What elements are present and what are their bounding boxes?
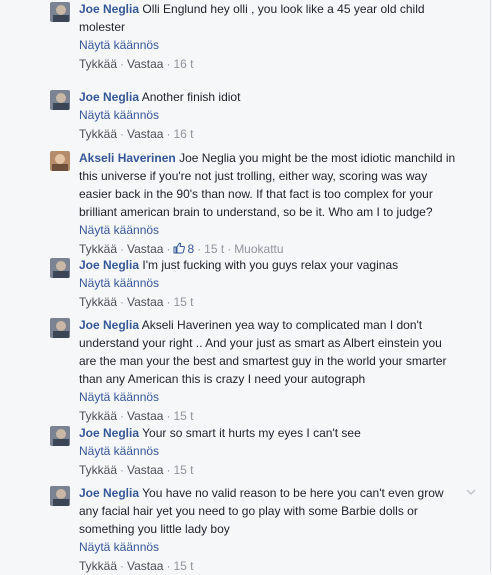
comment-actions: Tykkää · Vastaa · 15 t <box>79 463 194 477</box>
see-translation-link[interactable]: Näytä käännös <box>79 274 461 292</box>
avatar[interactable] <box>50 258 70 278</box>
comment-author[interactable]: Joe Neglia <box>79 2 139 16</box>
avatar-image <box>50 258 70 278</box>
avatar[interactable] <box>50 90 70 110</box>
comment-author[interactable]: Joe Neglia <box>79 318 139 332</box>
avatar-image <box>50 426 70 446</box>
reply-link[interactable]: Vastaa <box>127 127 163 141</box>
avatar[interactable] <box>50 486 70 506</box>
reply-link[interactable]: Vastaa <box>127 57 163 71</box>
comment-actions: Tykkää · Vastaa · 16 t <box>79 57 194 71</box>
see-translation-link[interactable]: Näytä käännös <box>79 106 461 124</box>
comment-actions: Tykkää · Vastaa · 16 t <box>79 127 194 141</box>
comment-actions: Tykkää · Vastaa · 15 t <box>79 559 194 573</box>
like-link[interactable]: Tykkää <box>79 242 117 256</box>
comment-author[interactable]: Joe Neglia <box>79 426 139 440</box>
comment-body: Joe Neglia You have no valid reason to b… <box>79 484 461 538</box>
comment-timestamp[interactable]: 15 t <box>173 409 193 423</box>
comment-author[interactable]: Akseli Haverinen <box>79 151 176 165</box>
comment-body: Joe Neglia Another finish idiot <box>79 88 461 106</box>
like-link[interactable]: Tykkää <box>79 295 117 309</box>
see-translation-link[interactable]: Näytä käännös <box>79 221 461 239</box>
see-translation-link[interactable]: Näytä käännös <box>79 388 461 406</box>
comment-body: Joe Neglia I'm just fucking with you guy… <box>79 256 461 274</box>
like-link[interactable]: Tykkää <box>79 559 117 573</box>
reply-link[interactable]: Vastaa <box>127 242 163 256</box>
thumbs-up-icon <box>173 242 186 254</box>
avatar-image <box>50 486 70 506</box>
comment-body: Joe Neglia Your so smart it hurts my eye… <box>79 424 461 442</box>
reply-link[interactable]: Vastaa <box>127 559 163 573</box>
comment-actions: Tykkää · Vastaa · 15 t <box>79 295 194 309</box>
comment-text: Another finish idiot <box>141 90 241 104</box>
avatar-image <box>50 2 70 22</box>
comment-text: Your so smart it hurts my eyes I can't s… <box>142 426 361 440</box>
comment-timestamp[interactable]: 15 t <box>173 295 193 309</box>
comment-author[interactable]: Joe Neglia <box>79 258 139 272</box>
reply-link[interactable]: Vastaa <box>127 463 163 477</box>
reply-link[interactable]: Vastaa <box>127 409 163 423</box>
avatar[interactable] <box>50 151 70 171</box>
edited-label[interactable]: Muokattu <box>234 242 283 256</box>
comment-author[interactable]: Joe Neglia <box>79 90 139 104</box>
avatar[interactable] <box>50 318 70 338</box>
comment-timestamp[interactable]: 16 t <box>173 57 193 71</box>
comment-timestamp[interactable]: 15 t <box>173 463 193 477</box>
see-translation-link[interactable]: Näytä käännös <box>79 36 461 54</box>
avatar[interactable] <box>50 2 70 22</box>
comment-body: Joe Neglia Akseli Haverinen yea way to c… <box>79 316 461 388</box>
like-count[interactable]: 8 <box>173 242 194 256</box>
avatar-image <box>50 151 70 171</box>
comment-body: Joe Neglia Olli Englund hey olli , you l… <box>79 0 461 36</box>
comment-text: I'm just fucking with you guys relax you… <box>142 258 399 272</box>
comment-actions: Tykkää · Vastaa · 15 t <box>79 409 194 423</box>
comment-timestamp[interactable]: 15 t <box>173 559 193 573</box>
avatar-image <box>50 90 70 110</box>
like-link[interactable]: Tykkää <box>79 409 117 423</box>
reply-link[interactable]: Vastaa <box>127 295 163 309</box>
comment-author[interactable]: Joe Neglia <box>79 486 139 500</box>
comment-timestamp[interactable]: 16 t <box>173 127 193 141</box>
comment-body: Akseli Haverinen Joe Neglia you might be… <box>79 149 461 221</box>
chevron-down-icon[interactable] <box>465 486 477 498</box>
avatar-image <box>50 318 70 338</box>
like-link[interactable]: Tykkää <box>79 127 117 141</box>
comments-panel: Joe Neglia Olli Englund hey olli , you l… <box>0 0 491 573</box>
comment-timestamp[interactable]: 15 t <box>204 242 224 256</box>
like-link[interactable]: Tykkää <box>79 57 117 71</box>
see-translation-link[interactable]: Näytä käännös <box>79 442 461 460</box>
avatar[interactable] <box>50 426 70 446</box>
like-link[interactable]: Tykkää <box>79 463 117 477</box>
see-translation-link[interactable]: Näytä käännös <box>79 538 461 556</box>
